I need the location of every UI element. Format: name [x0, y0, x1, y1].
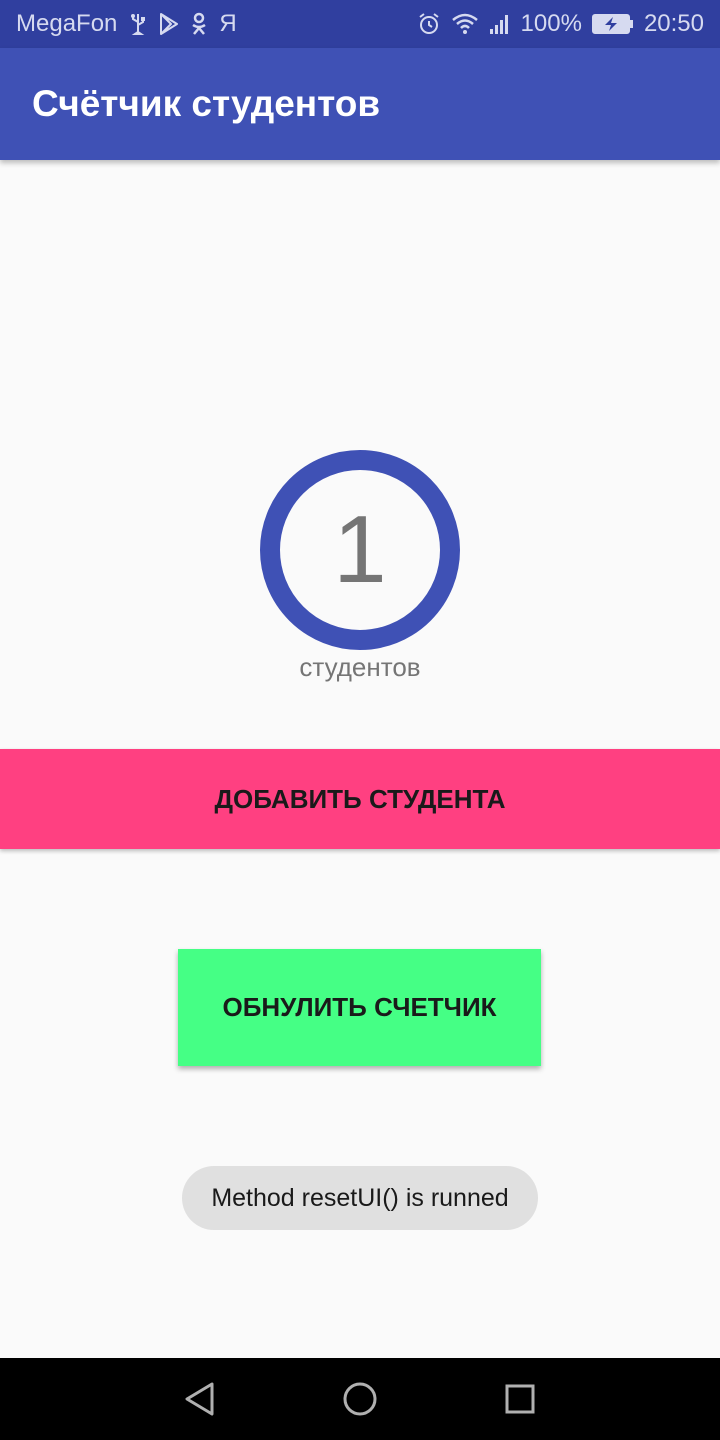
recents-icon	[505, 1384, 535, 1414]
app-bar: Счётчик студентов	[0, 48, 720, 160]
battery-charging-icon	[591, 13, 634, 35]
battery-percentage: 100%	[520, 10, 582, 37]
wifi-icon	[451, 13, 479, 35]
counter-ring: 1	[260, 450, 460, 650]
back-icon	[185, 1382, 214, 1416]
reset-counter-button[interactable]: ОБНУЛИТЬ СЧЕТЧИК	[178, 949, 541, 1066]
status-bar-left: MegaFon Я	[16, 0, 237, 48]
counter-value: 1	[333, 496, 387, 603]
navigation-bar	[0, 1358, 720, 1440]
back-button[interactable]	[160, 1358, 240, 1440]
play-store-icon	[159, 13, 179, 35]
status-bar-right: 100% 20:50	[417, 0, 704, 48]
toast-message: Method resetUI() is runned	[182, 1166, 538, 1230]
yandex-icon: Я	[219, 10, 237, 37]
home-button[interactable]	[320, 1358, 400, 1440]
recents-button[interactable]	[480, 1358, 560, 1440]
counter-label: студентов	[299, 652, 421, 682]
usb-icon	[129, 12, 147, 36]
status-bar: MegaFon Я 100% 20:50	[0, 0, 720, 48]
cellular-signal-icon	[489, 13, 511, 35]
odnoklassniki-icon	[191, 12, 207, 36]
home-icon	[343, 1382, 377, 1416]
app-title: Счётчик студентов	[32, 83, 381, 124]
clock: 20:50	[643, 10, 704, 37]
main-content: 1 студентов ДОБАВИТЬ СТУДЕНТА ОБНУЛИТЬ С…	[0, 160, 720, 1358]
add-student-button[interactable]: ДОБАВИТЬ СТУДЕНТА	[0, 749, 720, 849]
carrier-name: MegaFon	[16, 10, 118, 37]
alarm-icon	[417, 12, 441, 36]
